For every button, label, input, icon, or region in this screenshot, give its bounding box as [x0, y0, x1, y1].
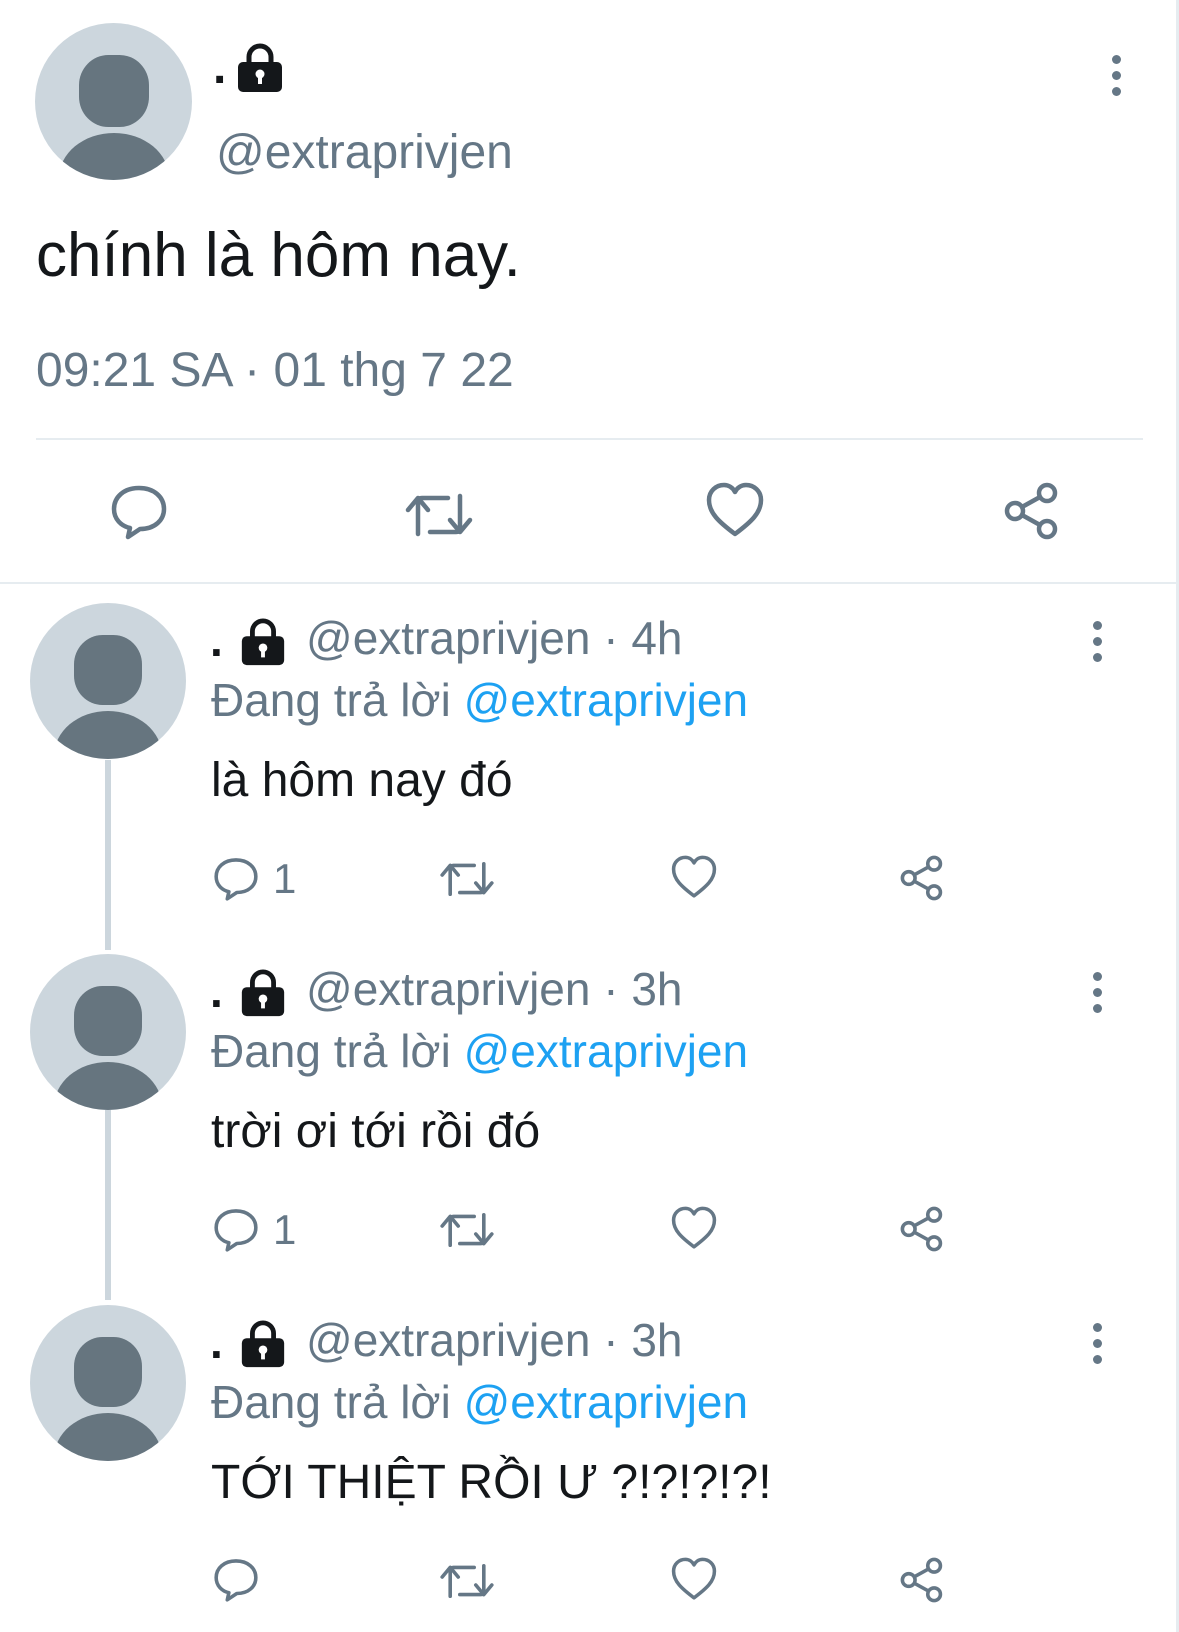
lock-icon — [238, 1319, 288, 1374]
retweet-button[interactable] — [439, 859, 495, 899]
like-icon — [671, 855, 717, 898]
mention-link[interactable]: @extraprivjen — [464, 674, 748, 726]
more-options-icon[interactable] — [1087, 972, 1107, 1016]
reply-tweet[interactable]: . @extraprivjen · 4h Đang trả lời @extra… — [0, 603, 1176, 933]
replying-to-line: Đang trả lời @extraprivjen — [211, 1024, 748, 1078]
avatar-body-shape — [54, 1062, 162, 1110]
reply-tweet[interactable]: . @extraprivjen · 3h Đang trả lời @extra… — [0, 954, 1176, 1284]
retweet-icon — [440, 1213, 494, 1247]
like-button[interactable] — [705, 482, 765, 538]
display-name[interactable]: . — [210, 1315, 223, 1369]
tweet-text: là hôm nay đó — [211, 754, 513, 807]
tweet-text: TỚI THIỆT RỒI Ư ?!?!?!?! — [211, 1456, 772, 1509]
reply-button[interactable] — [110, 484, 168, 540]
share-icon — [900, 855, 943, 901]
share-button[interactable] — [899, 1206, 947, 1252]
lock-icon — [236, 42, 284, 99]
handle[interactable]: @extraprivjen — [306, 963, 590, 1015]
lock-icon — [238, 617, 288, 672]
like-icon — [671, 1206, 717, 1249]
time-ago: · 4h — [590, 612, 683, 664]
retweet-button[interactable] — [439, 1210, 495, 1250]
handle[interactable]: @extraprivjen — [306, 1314, 590, 1366]
avatar[interactable] — [30, 603, 186, 759]
reply-tweet[interactable]: . @extraprivjen · 3h Đang trả lời @extra… — [0, 1305, 1176, 1632]
handle[interactable]: @extraprivjen — [306, 612, 590, 664]
like-icon — [671, 1557, 717, 1600]
lock-icon — [238, 968, 288, 1023]
like-icon — [706, 482, 764, 537]
retweet-icon — [440, 1564, 494, 1598]
like-button[interactable] — [670, 1206, 718, 1250]
avatar-head-shape — [74, 635, 142, 705]
replying-label: Đang trả lời — [211, 1376, 451, 1428]
retweet-icon — [440, 862, 494, 896]
share-button[interactable] — [1003, 482, 1063, 540]
replying-to-line: Đang trả lời @extraprivjen — [211, 1375, 748, 1429]
handle-and-time[interactable]: @extraprivjen · 3h — [306, 962, 683, 1016]
avatar-body-shape — [54, 1413, 162, 1461]
reply-button[interactable]: 1 — [213, 1206, 296, 1254]
retweet-button[interactable] — [404, 490, 474, 540]
tweet-text: trời ơi tới rồi đó — [211, 1105, 541, 1158]
tweet-text: chính là hôm nay. — [36, 221, 521, 290]
more-options-icon[interactable] — [1106, 55, 1126, 99]
display-name[interactable]: . — [210, 964, 223, 1018]
avatar-head-shape — [74, 986, 142, 1056]
handle-and-time[interactable]: @extraprivjen · 4h — [306, 611, 683, 665]
avatar-head-shape — [74, 1337, 142, 1407]
retweet-button[interactable] — [439, 1561, 495, 1601]
avatar[interactable] — [30, 1305, 186, 1461]
like-button[interactable] — [670, 855, 718, 899]
divider — [36, 438, 1143, 440]
time-ago: · 3h — [590, 1314, 683, 1366]
tweet-timestamp[interactable]: 09:21 SA · 01 thg 7 22 — [36, 343, 514, 398]
time-ago: · 3h — [590, 963, 683, 1015]
handle[interactable]: @extraprivjen — [216, 125, 513, 180]
reply-icon — [214, 1559, 258, 1602]
like-button[interactable] — [670, 1557, 718, 1601]
avatar[interactable] — [30, 954, 186, 1110]
avatar[interactable] — [35, 23, 192, 180]
handle-and-time[interactable]: @extraprivjen · 3h — [306, 1313, 683, 1367]
retweet-icon — [405, 493, 473, 537]
replying-label: Đang trả lời — [211, 674, 451, 726]
share-button[interactable] — [899, 855, 947, 901]
replying-label: Đang trả lời — [211, 1025, 451, 1077]
mention-link[interactable]: @extraprivjen — [464, 1025, 748, 1077]
mention-link[interactable]: @extraprivjen — [464, 1376, 748, 1428]
main-tweet: . @extraprivjen chính là hôm nay. 09:21 … — [0, 0, 1176, 583]
reply-icon — [214, 858, 258, 901]
more-options-icon[interactable] — [1087, 621, 1107, 665]
replying-to-line: Đang trả lời @extraprivjen — [211, 673, 748, 727]
reply-count: 1 — [273, 855, 297, 902]
avatar-head-shape — [79, 55, 149, 127]
share-button[interactable] — [899, 1557, 947, 1603]
avatar-body-shape — [54, 711, 162, 759]
display-name[interactable]: . — [213, 40, 226, 95]
share-icon — [1004, 482, 1058, 540]
display-name[interactable]: . — [210, 613, 223, 667]
divider — [0, 582, 1176, 584]
more-options-icon[interactable] — [1087, 1323, 1107, 1367]
avatar-body-shape — [59, 133, 169, 180]
reply-button[interactable]: 1 — [213, 855, 296, 903]
reply-count: 1 — [273, 1206, 297, 1253]
share-icon — [900, 1206, 943, 1252]
reply-icon — [214, 1209, 258, 1252]
reply-button[interactable] — [213, 1557, 273, 1603]
share-icon — [900, 1557, 943, 1603]
reply-icon — [111, 485, 167, 540]
